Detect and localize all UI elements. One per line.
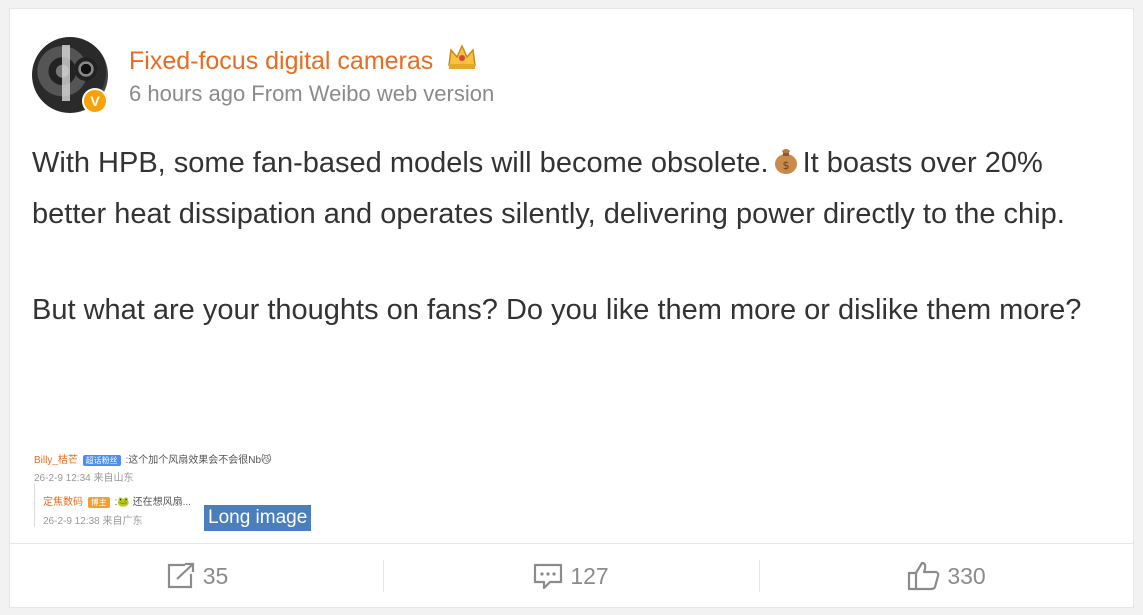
repost-count: 35 — [202, 562, 229, 589]
repost-icon — [167, 562, 194, 589]
repost-button[interactable]: 35 — [10, 544, 383, 608]
crown-emoji-icon — [446, 43, 478, 78]
money-bag-emoji-icon: $ — [771, 142, 801, 190]
verified-badge-icon: V — [82, 88, 108, 114]
svg-text:$: $ — [782, 159, 789, 172]
weibo-post-card: V Fixed-focus digital cameras 6 hours ag… — [9, 8, 1134, 608]
thumb-reply-text: :🐸 还在想风扇... — [114, 497, 191, 508]
comment-count: 127 — [570, 562, 609, 589]
like-count: 330 — [947, 562, 986, 589]
thumb-comment-user: Billy_桔芒 — [34, 455, 78, 466]
post-meta: 6 hours ago From Weibo web version — [129, 81, 495, 106]
long-image-badge: Long image — [204, 505, 312, 531]
thumbs-up-icon — [908, 561, 940, 591]
thumb-reply-user: 定焦数码 — [43, 497, 83, 508]
post-paragraph-1: With HPB, some fan-based models will bec… — [32, 139, 1122, 238]
username[interactable]: Fixed-focus digital cameras — [129, 47, 433, 75]
avatar-stripe — [62, 45, 70, 101]
comment-button[interactable]: 127 — [384, 544, 757, 608]
thumb-reply-meta: 26-2-9 12:38 来自广东 — [43, 516, 143, 527]
thumb-comment-line: Billy_桔芒 超话粉丝 :这个加个风扇效果会不会很Nb😼 — [34, 451, 271, 466]
thumb-comment-tag: 超话粉丝 — [82, 455, 121, 466]
comment-icon — [534, 563, 563, 590]
avatar-lens — [74, 57, 98, 81]
post-paragraph-2: But what are your thoughts on fans? Do y… — [32, 294, 1082, 326]
like-button[interactable]: 330 — [760, 544, 1133, 608]
post-text-a: With HPB, some fan-based models will bec… — [32, 147, 769, 179]
action-bar: 35 127 330 — [10, 544, 1133, 608]
thumb-reply-line: 定焦数码 博主 :🐸 还在想风扇... — [43, 493, 191, 508]
thumb-comment-text: :这个加个风扇效果会不会很Nb😼 — [125, 455, 272, 466]
thumb-reply-tag: 博主 — [87, 497, 110, 508]
thumb-comment-meta: 26-2-9 12:34 来自山东 — [34, 473, 134, 484]
username-row: Fixed-focus digital cameras — [129, 43, 478, 78]
post-body: With HPB, some fan-based models will bec… — [32, 139, 1122, 334]
